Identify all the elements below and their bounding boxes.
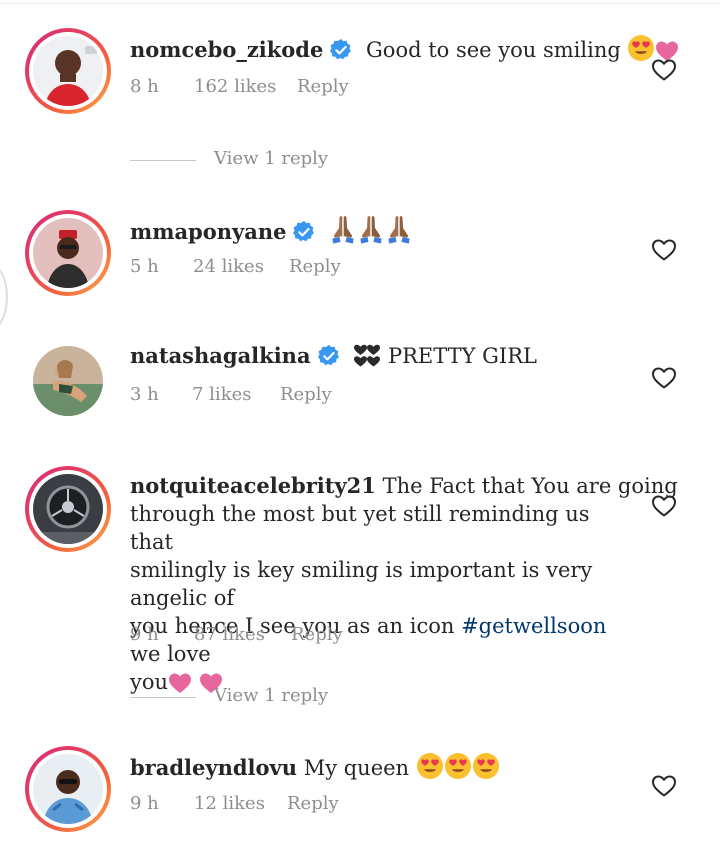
comment-time: 9 h [130, 624, 159, 645]
avatar-photo [33, 754, 103, 824]
comment-time: 8 h [130, 76, 159, 97]
like-heart-icon[interactable] [651, 774, 677, 798]
comment-text: Good to see you smiling [366, 38, 621, 62]
view-replies-label: View 1 reply [214, 148, 329, 169]
username[interactable]: bradleyndlovu [130, 755, 297, 780]
comment-text: My queen [303, 756, 410, 780]
like-heart-icon[interactable] [651, 238, 677, 262]
black-hearts-emoji-icon [353, 344, 381, 368]
like-heart-icon[interactable] [651, 494, 677, 518]
comment-text-line: The Fact that You are going [382, 474, 678, 498]
like-count[interactable]: 162 likes [194, 76, 276, 97]
username[interactable]: notquiteacelebrity21 [130, 473, 376, 498]
username[interactable]: natashagalkina [130, 343, 311, 368]
like-heart-icon[interactable] [651, 366, 677, 390]
username[interactable]: mmaponyane [130, 219, 286, 244]
comment-text: through the most but yet still reminding… [130, 500, 630, 696]
comment-text-line: smilingly is key smiling is important is… [130, 558, 593, 610]
avatar-photo [33, 474, 103, 544]
hashtag-link[interactable]: #getwellsoon [461, 614, 606, 638]
avatar-photo [33, 36, 103, 106]
like-count[interactable]: 7 likes [192, 384, 251, 405]
folded-hands-emoji-icon [329, 214, 357, 244]
heart-eyes-emoji-icon [444, 752, 472, 780]
verified-badge-icon [317, 344, 341, 368]
like-heart-icon[interactable] [651, 58, 677, 82]
comment-text-segment: we love [130, 642, 211, 666]
heart-eyes-emoji-icon [416, 752, 444, 780]
like-count[interactable]: 87 likes [194, 624, 265, 645]
avatar[interactable] [25, 466, 111, 552]
avatar[interactable] [25, 338, 111, 424]
verified-badge-icon [292, 220, 316, 244]
like-count[interactable]: 12 likes [194, 793, 265, 814]
comment-text-line: through the most but yet still reminding… [130, 502, 590, 554]
view-replies-label: View 1 reply [214, 685, 329, 706]
comment-time: 5 h [130, 256, 159, 277]
avatar[interactable] [25, 746, 111, 832]
avatar[interactable] [25, 210, 111, 296]
folded-hands-emoji-icon [357, 214, 385, 244]
view-replies-line [130, 697, 196, 698]
username[interactable]: nomcebo_zikode [130, 37, 323, 62]
view-replies-button[interactable]: View 1 reply [130, 685, 430, 709]
avatar-photo [33, 346, 103, 416]
avatar[interactable] [25, 28, 111, 114]
scroll-edge-indicator [0, 262, 8, 332]
top-divider [0, 3, 720, 4]
reply-button[interactable]: Reply [289, 256, 341, 277]
verified-badge-icon [329, 38, 353, 62]
heart-eyes-emoji-icon [472, 752, 500, 780]
view-replies-line [130, 160, 196, 161]
view-replies-button[interactable]: View 1 reply [130, 148, 430, 172]
comment-text: PRETTY GIRL [387, 344, 537, 368]
comment-time: 9 h [130, 793, 159, 814]
reply-button[interactable]: Reply [280, 384, 332, 405]
comment-time: 3 h [130, 384, 159, 405]
reply-button[interactable]: Reply [297, 76, 349, 97]
like-count[interactable]: 24 likes [193, 256, 264, 277]
folded-hands-emoji-icon [385, 214, 413, 244]
reply-button[interactable]: Reply [291, 624, 343, 645]
reply-button[interactable]: Reply [287, 793, 339, 814]
avatar-photo [33, 218, 103, 288]
